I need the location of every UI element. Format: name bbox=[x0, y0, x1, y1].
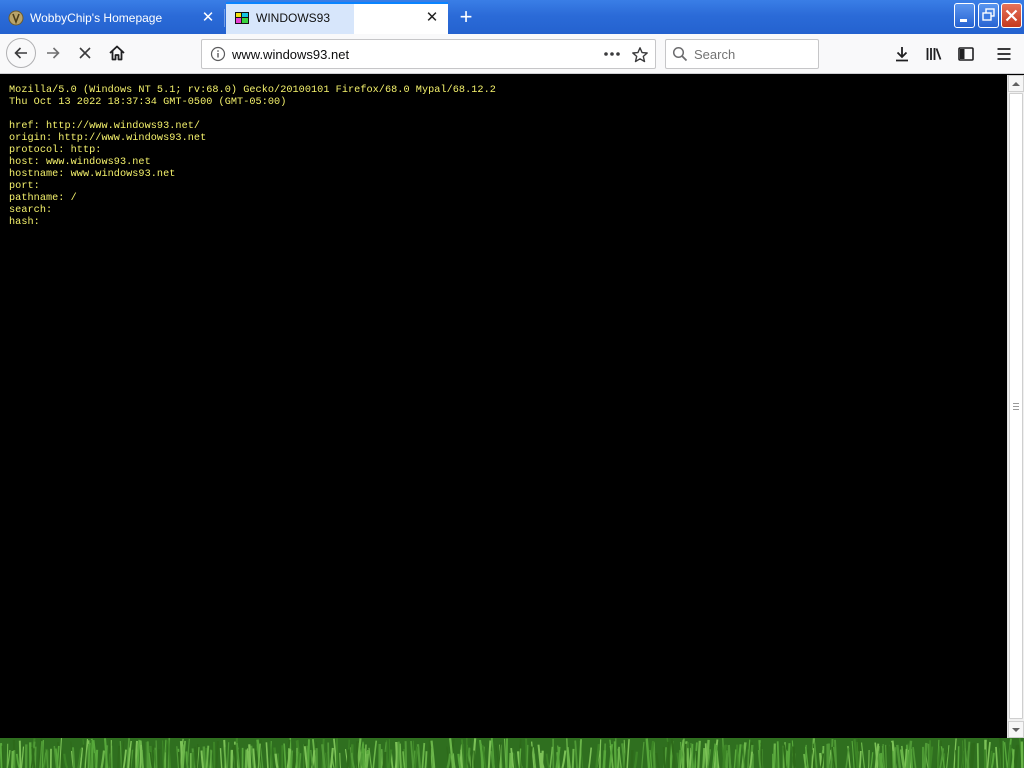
library-button[interactable] bbox=[920, 40, 948, 68]
location-host: host: www.windows93.net bbox=[9, 157, 151, 168]
sidebar-toggle-button[interactable] bbox=[952, 40, 980, 68]
minimize-button[interactable] bbox=[954, 3, 975, 28]
star-icon bbox=[632, 47, 648, 63]
close-icon bbox=[1005, 9, 1018, 22]
restore-icon bbox=[982, 8, 995, 21]
minimize-icon bbox=[960, 19, 967, 22]
restore-button[interactable] bbox=[978, 3, 999, 28]
rune-icon bbox=[8, 10, 24, 26]
scrollbar-thumb[interactable] bbox=[1009, 93, 1023, 719]
navigation-toolbar: www.windows93.net bbox=[0, 34, 1024, 74]
home-button[interactable] bbox=[102, 38, 132, 68]
tab-wobbychip-homepage[interactable]: WobbyChip's Homepage ✕ bbox=[0, 2, 224, 34]
tab-title: WobbyChip's Homepage bbox=[30, 11, 163, 25]
arrow-left-icon bbox=[14, 47, 27, 59]
grass-image bbox=[0, 738, 1024, 768]
hamburger-icon bbox=[997, 48, 1011, 60]
location-port: port: bbox=[9, 181, 40, 192]
triangle-down-icon bbox=[1012, 727, 1020, 732]
location-origin: origin: http://www.windows93.net bbox=[9, 133, 207, 144]
tab-title: WINDOWS93 bbox=[256, 11, 331, 25]
info-icon bbox=[210, 46, 226, 62]
downloads-button[interactable] bbox=[888, 40, 916, 68]
menu-button[interactable] bbox=[990, 40, 1018, 68]
forward-button[interactable] bbox=[38, 38, 68, 68]
location-protocol: protocol: http: bbox=[9, 145, 102, 156]
date-text: Thu Oct 13 2022 18:37:34 GMT-0500 (GMT-0… bbox=[9, 97, 287, 108]
scroll-up-button[interactable] bbox=[1008, 75, 1024, 92]
search-icon bbox=[666, 46, 694, 62]
user-agent-text: Mozilla/5.0 (Windows NT 5.1; rv:68.0) Ge… bbox=[9, 85, 496, 96]
location-href: href: http://www.windows93.net/ bbox=[9, 121, 201, 132]
url-text[interactable]: www.windows93.net bbox=[232, 47, 349, 62]
location-hostname: hostname: www.windows93.net bbox=[9, 169, 176, 180]
stop-icon bbox=[79, 47, 91, 59]
new-tab-button[interactable]: + bbox=[452, 3, 480, 31]
bookmark-button[interactable] bbox=[629, 44, 651, 66]
location-search: search: bbox=[9, 205, 53, 216]
arrow-right-icon bbox=[47, 47, 60, 59]
close-window-button[interactable] bbox=[1001, 3, 1022, 28]
site-info-icon[interactable] bbox=[204, 40, 232, 68]
grip-icon bbox=[1013, 402, 1019, 410]
tab-windows93[interactable]: WINDOWS93 ✕ bbox=[226, 2, 448, 34]
vertical-scrollbar[interactable] bbox=[1007, 75, 1024, 738]
more-dots-icon bbox=[604, 52, 620, 56]
close-tab-icon[interactable]: ✕ bbox=[424, 10, 440, 26]
windows93-icon bbox=[235, 12, 249, 24]
search-input[interactable] bbox=[694, 46, 804, 62]
sidebar-icon bbox=[958, 47, 974, 61]
page-content: Mozilla/5.0 (Windows NT 5.1; rv:68.0) Ge… bbox=[0, 75, 1007, 738]
close-tab-icon[interactable]: ✕ bbox=[200, 10, 216, 26]
tab-separator bbox=[224, 9, 225, 27]
stop-button[interactable] bbox=[70, 38, 100, 68]
location-pathname: pathname: / bbox=[9, 193, 77, 204]
back-button[interactable] bbox=[6, 38, 36, 68]
library-icon bbox=[926, 48, 942, 60]
download-icon bbox=[896, 47, 908, 62]
home-icon bbox=[109, 45, 125, 61]
triangle-up-icon bbox=[1012, 81, 1020, 86]
desktop-wallpaper bbox=[0, 738, 1024, 768]
scroll-down-button[interactable] bbox=[1008, 721, 1024, 738]
url-bar[interactable]: www.windows93.net bbox=[201, 39, 656, 69]
page-actions-button[interactable] bbox=[601, 46, 623, 62]
search-bar[interactable] bbox=[665, 39, 819, 69]
location-hash: hash: bbox=[9, 217, 40, 228]
title-bar: WobbyChip's Homepage ✕ WINDOWS93 ✕ + bbox=[0, 0, 1024, 34]
